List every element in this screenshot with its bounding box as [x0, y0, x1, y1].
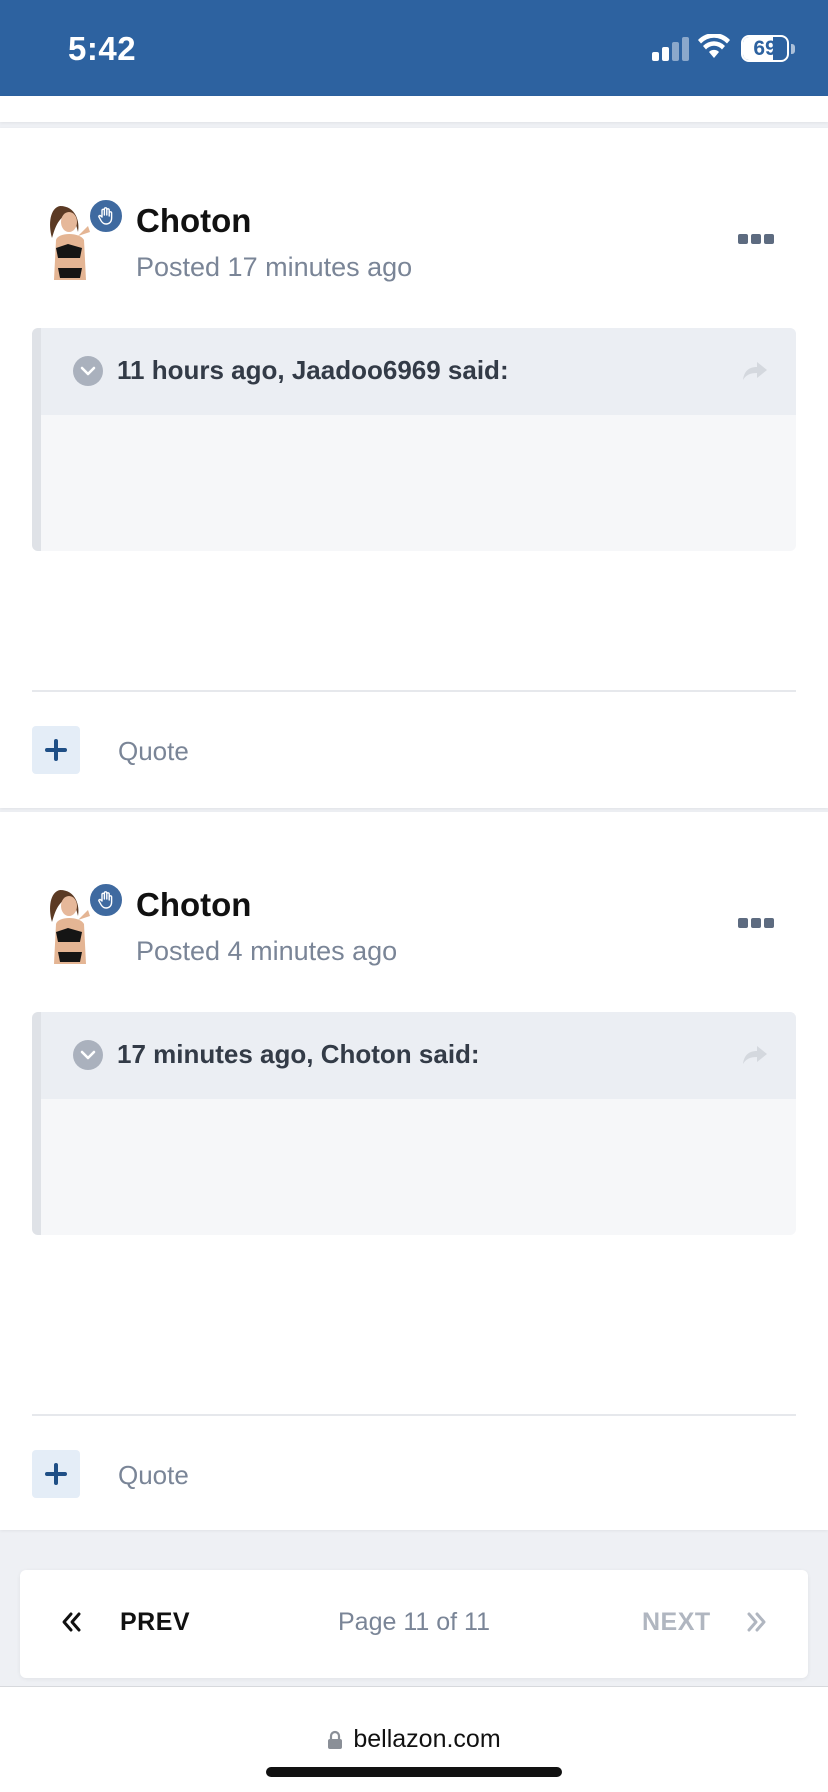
chevron-down-icon[interactable]: [73, 356, 103, 386]
more-options-icon[interactable]: [738, 918, 774, 930]
author-name[interactable]: Choton: [136, 202, 251, 240]
status-bar: 5:42 69: [0, 0, 828, 96]
hand-badge-icon: [88, 882, 124, 918]
previous-post-end: [0, 96, 828, 122]
home-indicator[interactable]: [266, 1767, 562, 1777]
quote-box: 17 minutes ago, Choton said:: [32, 1012, 796, 1235]
divider: [32, 690, 796, 692]
battery-level: 69: [753, 37, 777, 60]
signal-icon: [652, 37, 690, 61]
quote-citation: 17 minutes ago, Choton said:: [117, 1039, 480, 1069]
lock-icon: [328, 1730, 343, 1749]
url-wrap: bellazon.com: [0, 1725, 828, 1754]
hand-badge-icon: [88, 198, 124, 234]
post: Choton Posted 17 minutes ago 11 hours ag…: [0, 128, 828, 808]
share-arrow-icon[interactable]: [741, 1044, 769, 1066]
author-name[interactable]: Choton: [136, 886, 251, 924]
quote-header: 17 minutes ago, Choton said:: [41, 1012, 796, 1099]
chevron-down-icon[interactable]: [73, 1040, 103, 1070]
post: Choton Posted 4 minutes ago 17 minutes a…: [0, 812, 828, 1530]
quote-button[interactable]: Quote: [118, 1460, 189, 1491]
divider: [32, 1414, 796, 1416]
wifi-icon: [698, 34, 730, 58]
quote-header: 11 hours ago, Jaadoo6969 said:: [41, 328, 796, 415]
plus-icon: [45, 739, 67, 761]
battery-nub: [791, 44, 795, 54]
multiquote-add-button[interactable]: [32, 726, 80, 774]
more-options-icon[interactable]: [738, 234, 774, 246]
post-time[interactable]: Posted 4 minutes ago: [136, 936, 397, 967]
url-text: bellazon.com: [353, 1725, 501, 1753]
multiquote-add-button[interactable]: [32, 1450, 80, 1498]
status-time: 5:42: [68, 30, 137, 67]
plus-icon: [45, 1463, 67, 1485]
quote-box: 11 hours ago, Jaadoo6969 said:: [32, 328, 796, 551]
share-arrow-icon[interactable]: [741, 360, 769, 382]
next-button[interactable]: NEXT: [642, 1608, 711, 1637]
post-time[interactable]: Posted 17 minutes ago: [136, 252, 412, 283]
pagination: PREV Page 11 of 11 NEXT: [20, 1570, 808, 1678]
quote-button[interactable]: Quote: [118, 736, 189, 767]
double-chevron-right-icon[interactable]: [746, 1610, 768, 1634]
quote-citation: 11 hours ago, Jaadoo6969 said:: [117, 355, 509, 385]
battery-icon: 69: [741, 35, 789, 62]
